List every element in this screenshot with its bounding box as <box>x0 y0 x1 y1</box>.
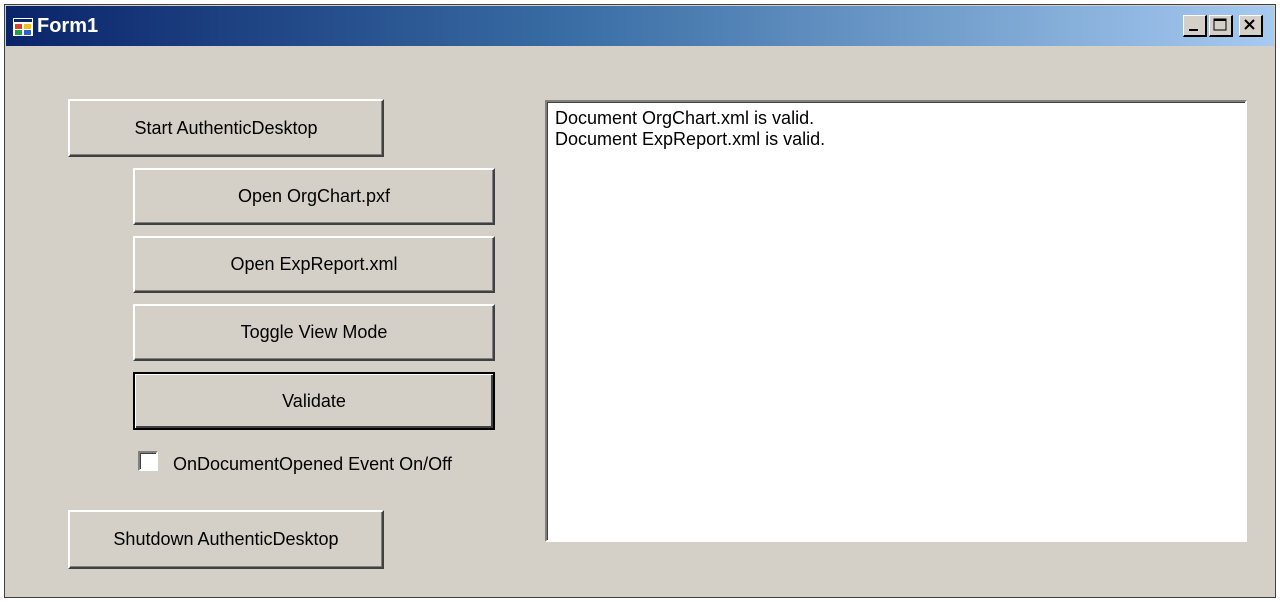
open-orgchart-button[interactable]: Open OrgChart.pxf <box>133 168 495 225</box>
maximize-icon <box>1213 18 1227 31</box>
title-bar[interactable]: Form1 <box>6 6 1274 46</box>
form-window: Form1 Start AuthenticDesktop Open OrgCha… <box>4 4 1276 598</box>
close-button[interactable] <box>1239 15 1263 37</box>
minimize-icon <box>1189 29 1198 31</box>
maximize-button[interactable] <box>1209 15 1233 37</box>
log-line: Document ExpReport.xml is valid. <box>555 129 826 149</box>
toggle-view-mode-button[interactable]: Toggle View Mode <box>133 304 495 361</box>
close-icon <box>1244 19 1255 30</box>
validate-button[interactable]: Validate <box>133 372 495 430</box>
form-app-icon <box>13 18 33 36</box>
ondocumentopened-checkbox-label: OnDocumentOpened Event On/Off <box>173 454 452 474</box>
minimize-button[interactable] <box>1183 15 1207 37</box>
log-line: Document OrgChart.xml is valid. <box>555 108 815 128</box>
window-title: Form1 <box>37 15 99 37</box>
start-authenticdesktop-button[interactable]: Start AuthenticDesktop <box>68 99 384 157</box>
shutdown-authenticdesktop-button[interactable]: Shutdown AuthenticDesktop <box>68 510 384 569</box>
ondocumentopened-checkbox[interactable] <box>138 451 158 471</box>
output-log-textbox[interactable]: Document OrgChart.xml is valid. Document… <box>545 100 1247 542</box>
open-expreport-button[interactable]: Open ExpReport.xml <box>133 236 495 293</box>
